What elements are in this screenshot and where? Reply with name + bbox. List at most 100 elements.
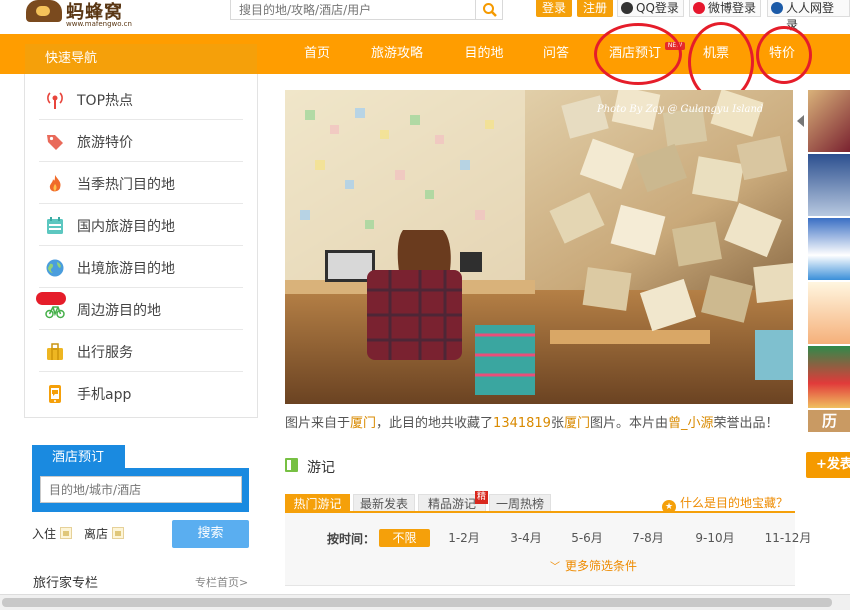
nav-qa[interactable]: 问答: [532, 34, 580, 74]
tab-weekly-top[interactable]: 一周热榜: [489, 494, 551, 512]
thumbnail-2[interactable]: [808, 154, 850, 216]
thumbnail-3[interactable]: [808, 218, 850, 280]
sidebar-item-seasonal[interactable]: 当季热门目的地: [39, 162, 243, 204]
sidebar-item-top-hot[interactable]: TOP热点: [39, 78, 243, 120]
caption-place-link[interactable]: 厦门: [350, 416, 376, 431]
qq-icon: [621, 2, 633, 14]
checkout-label: 离店: [84, 527, 109, 541]
notebook-icon: [285, 458, 298, 472]
qq-login-link[interactable]: QQ登录: [617, 0, 684, 17]
qq-login-label: QQ登录: [636, 1, 679, 15]
time-option-mar-apr[interactable]: 3-4月: [505, 529, 547, 547]
annotation-circle-deals: [756, 26, 812, 84]
thumbnail-strip: 历: [808, 90, 850, 432]
sidebar-item-deals[interactable]: 旅游特价: [39, 120, 243, 162]
logo-mark-icon: [26, 0, 62, 22]
caption-text: 荣誉出品！: [713, 416, 779, 431]
caption-count: 1341819: [493, 416, 551, 431]
weibo-login-link[interactable]: 微博登录: [689, 0, 762, 17]
suitcase-icon: [47, 343, 63, 360]
caption-text: ，此目的地共收藏了: [376, 416, 494, 431]
checkin-label: 入住: [32, 527, 57, 541]
time-option-jul-aug[interactable]: 7-8月: [627, 529, 669, 547]
thumbnail-1[interactable]: [808, 90, 850, 152]
weibo-login-label: 微博登录: [708, 1, 757, 15]
nav-guides[interactable]: 旅游攻略: [362, 34, 432, 74]
time-option-sep-oct[interactable]: 9-10月: [690, 529, 740, 547]
sidebar-item-label: 手机app: [77, 387, 132, 403]
renren-icon: [771, 2, 783, 14]
cafe-photo-illustration: Photo By Zay @ Gulangyu Island: [285, 90, 793, 404]
quick-nav-title: 快速导航: [25, 44, 257, 74]
phone-icon: [49, 385, 61, 403]
annotation-circle-hotel: [594, 23, 682, 85]
hero-photo[interactable]: Photo By Zay @ Gulangyu Island: [285, 90, 793, 404]
nav-destinations[interactable]: 目的地: [454, 34, 514, 74]
star-icon: ★: [662, 500, 676, 514]
caption-text: 张: [550, 416, 564, 431]
more-filters-label: 更多筛选条件: [565, 559, 638, 573]
column-home-link[interactable]: 专栏首页>: [195, 574, 248, 590]
sidebar-item-label: 国内旅游目的地: [77, 219, 175, 235]
treasure-help-link[interactable]: ★ 什么是目的地宝藏？: [662, 494, 788, 514]
time-option-jan-feb[interactable]: 1-2月: [443, 529, 485, 547]
nav-home[interactable]: 首页: [292, 34, 342, 74]
sidebar-item-label: 旅游特价: [77, 135, 133, 151]
search-icon: [483, 3, 497, 17]
globe-icon: [46, 259, 64, 277]
caption-place-link-2[interactable]: 厦门: [564, 416, 590, 431]
annotation-blob: [36, 292, 66, 305]
price-tag-icon: [47, 135, 63, 150]
sidebar-item-label: 出行服务: [77, 345, 133, 361]
thumbnail-4[interactable]: [808, 282, 850, 344]
sidebar-item-domestic[interactable]: 国内旅游目的地: [39, 204, 243, 246]
photo-watermark: Photo By Zay @ Gulangyu Island: [596, 104, 763, 115]
renren-login-link[interactable]: 人人网登录: [767, 0, 850, 32]
calendar-icon: [47, 217, 63, 234]
sidebar-item-nearby[interactable]: 周边游目的地: [39, 288, 243, 330]
treasure-help-label: 什么是目的地宝藏？: [680, 496, 789, 510]
photo-caption: 图片来自于厦门，此目的地共收藏了1341819张厦门图片。本片由曾_小源荣誉出品…: [285, 412, 779, 431]
site-logo[interactable]: 蚂蜂窝 www.mafengwo.cn: [26, 0, 136, 30]
sidebar-item-label: 当季热门目的地: [77, 177, 175, 193]
sidebar-item-mobile-app[interactable]: 手机app: [39, 372, 243, 414]
caption-text: 图片来自于: [285, 416, 351, 431]
post-travelogue-button[interactable]: +发表: [806, 452, 850, 478]
scrollbar-thumb[interactable]: [2, 598, 832, 607]
tab-latest[interactable]: 最新发表: [353, 494, 415, 512]
horizontal-scrollbar[interactable]: [0, 594, 850, 610]
hotel-search-button[interactable]: 搜索: [172, 520, 249, 548]
travel-column-title: 旅行家专栏: [33, 576, 99, 591]
search-button[interactable]: [475, 0, 503, 20]
hotel-booking-tab[interactable]: 酒店预订: [32, 445, 125, 471]
time-option-may-jun[interactable]: 5-6月: [566, 529, 608, 547]
site-search-input[interactable]: [230, 0, 476, 20]
chevron-down-icon: ﹀: [550, 562, 560, 573]
carousel-prev-icon[interactable]: [797, 115, 804, 127]
thumbnail-5[interactable]: [808, 346, 850, 408]
register-button[interactable]: 注册: [577, 0, 613, 17]
youji-section-title: 游记: [307, 460, 335, 476]
thumbnail-history-label[interactable]: 历: [808, 410, 850, 432]
sidebar-item-travel-service[interactable]: 出行服务: [39, 330, 243, 372]
sidebar-item-overseas[interactable]: 出境旅游目的地: [39, 246, 243, 288]
checkout-calendar-icon[interactable]: [112, 527, 124, 539]
logo-url: www.mafengwo.cn: [66, 20, 132, 28]
sidebar-item-label: 周边游目的地: [77, 303, 161, 319]
more-filters-toggle[interactable]: ﹀ 更多筛选条件: [550, 557, 637, 574]
caption-text: 图片。本片由: [589, 416, 668, 431]
hotel-destination-input[interactable]: [40, 476, 242, 503]
featured-badge: 精: [475, 491, 488, 504]
quick-nav-sidebar: TOP热点 旅游特价 当季热门目的地 国内旅游目的地 出境旅游目的地 周边游目的…: [24, 74, 258, 418]
time-option-all[interactable]: 不限: [379, 529, 430, 547]
login-button[interactable]: 登录: [536, 0, 572, 17]
sidebar-item-label: TOP热点: [77, 93, 134, 109]
weibo-icon: [693, 2, 705, 14]
time-option-nov-dec[interactable]: 11-12月: [760, 529, 816, 547]
tab-hot-travelogues[interactable]: 热门游记: [285, 494, 350, 512]
caption-author-link[interactable]: 曾_小源: [668, 416, 714, 431]
checkin-calendar-icon[interactable]: [60, 527, 72, 539]
broadcast-icon: [47, 92, 63, 109]
sidebar-item-label: 出境旅游目的地: [77, 261, 175, 277]
time-filter-label: 按时间：: [327, 532, 376, 546]
